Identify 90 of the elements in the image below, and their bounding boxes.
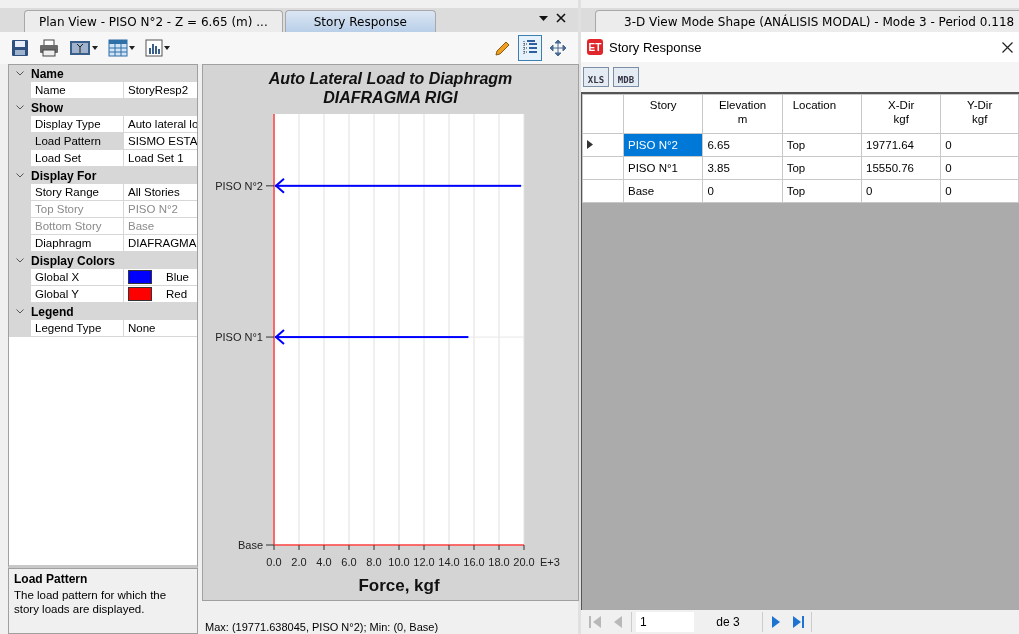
printer-icon [39,39,59,57]
chevron-icon[interactable] [16,71,24,76]
property-name[interactable]: Name [31,82,124,99]
property-category[interactable]: Display For [9,167,197,184]
status-text: Max: (19771.638045, PISO N°2); Min: (0, Base) [205,621,439,633]
table-cell: 19771.64 [861,133,941,157]
row-pointer-icon [587,140,593,149]
x-tick-label: 12.0 [413,556,435,568]
x-tick-label: 18.0 [488,556,510,568]
x-tick-label: 10.0 [388,556,410,568]
table-cell: 0 [940,156,1019,180]
x-tick-label: 16.0 [463,556,485,568]
window-title: Story Response [609,39,703,55]
table-cell: 0 [861,179,941,203]
tab[interactable]: Story Response [284,10,436,32]
x-tick-label: 14.0 [438,556,460,568]
table-cell: Top [782,133,862,157]
column-header[interactable]: X-Dir kgf [861,94,941,134]
chevron-icon[interactable] [16,173,24,178]
close-icon[interactable] [556,13,566,23]
export-button[interactable]: MDB [613,67,639,87]
app-badge: ET [587,39,603,55]
close-icon[interactable] [1002,41,1013,53]
table-cell: 0 [940,133,1019,157]
x-tick-label: 6.0 [341,556,357,568]
pencil-icon [493,39,511,57]
arrowhead-icon [274,177,285,194]
x-tick-label: 8.0 [366,556,382,568]
x-tick-label: 4.0 [316,556,332,568]
chevron-icon[interactable] [16,309,24,314]
column-header[interactable]: Location [782,94,862,134]
column-header[interactable]: Y-Dir kgf [940,94,1019,134]
property-name[interactable]: Legend Type [31,320,124,337]
category-label: Legend [31,304,74,319]
property-name[interactable]: Global X [31,269,124,286]
page-count: de 3 [715,615,741,629]
table-cell: 0 [702,179,783,203]
caret-icon [92,46,98,50]
y-tick-label: PISO N°2 [215,179,263,192]
column-header[interactable]: Story [623,94,703,134]
category-label: Show [31,100,63,115]
category-label: Display Colors [31,253,116,268]
caret-icon [164,46,170,50]
table-cell: Top [782,156,862,180]
table-cell: PISO N°1 [623,156,703,180]
property-name[interactable]: Load Set [31,150,124,167]
category-label: Name [31,66,64,81]
chevron-icon[interactable] [16,105,24,110]
page-field[interactable]: 1 [636,612,694,632]
caret-icon [129,46,135,50]
property-category[interactable]: Display Colors [9,252,197,269]
table-cell: 15550.76 [861,156,941,180]
picture-icon [69,39,91,57]
dropdown-icon[interactable] [539,15,548,21]
column-header[interactable]: Elevation m [702,94,783,134]
move-icon [549,39,567,57]
x-tick-label: 0.0 [266,556,282,568]
table-cell: 0 [940,179,1019,203]
tree-list-icon [521,39,539,57]
chevron-icon[interactable] [16,258,24,263]
property-category[interactable]: Legend [9,303,197,320]
tab[interactable]: Plan View - PISO N°2 - Z = 6.65 (m) ... [24,10,283,32]
table-cell: 3.85 [702,156,783,180]
y-tick-label: PISO N°1 [215,331,263,344]
table-cell: 6.65 [702,133,783,157]
x-axis-title: Force, kgf [358,576,440,595]
x-tick-label: 2.0 [291,556,307,568]
chart-title: Auto Lateral Load to Diaphragm DIAFRAGMA RIGI [267,69,514,107]
description-text: The load pattern for which the story loads are displayed. [14,588,168,616]
bar-chart-icon [145,39,163,57]
y-tick-label: Base [237,539,263,551]
arrowhead-icon [274,329,285,346]
save-icon [11,39,29,57]
property-name[interactable]: Story Range [31,184,124,201]
row-header[interactable] [582,133,624,157]
tab[interactable]: 3-D View Mode Shape (ANÁLISIS MODAL) - Mode 3 - Period 0.118 [595,10,1019,32]
x-tick-label: 20.0 [513,556,535,568]
toolbar-button[interactable] [518,35,542,61]
property-category[interactable]: Name [9,65,197,82]
property-name[interactable]: Diaphragm [31,235,124,252]
table-cell: Top [782,179,862,203]
table-icon [108,39,128,57]
category-label: Display For [31,168,97,183]
property-category[interactable]: Show [9,99,197,116]
property-name[interactable]: Display Type [31,116,124,133]
table-cell: Base [623,179,703,203]
export-button[interactable]: XLS [583,67,609,87]
description-title: Load Pattern [14,572,89,586]
axis-exponent: E+3 [540,556,560,568]
property-name[interactable]: Global Y [31,286,124,303]
